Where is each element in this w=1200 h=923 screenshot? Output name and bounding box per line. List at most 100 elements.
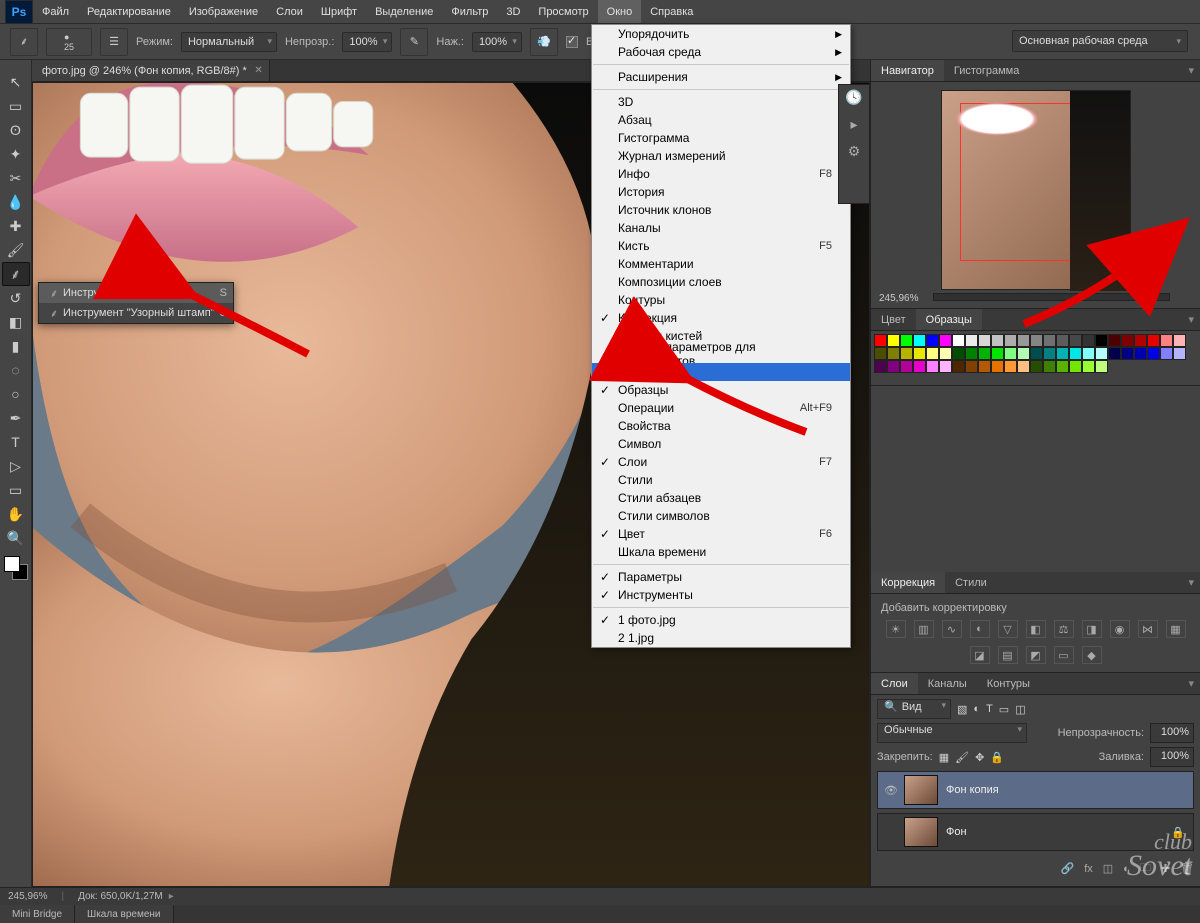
gradient-map-icon[interactable]: ▭ [1054, 646, 1074, 664]
workspace-dropdown[interactable]: Основная рабочая среда [1012, 30, 1188, 52]
tab-styles[interactable]: Стили [945, 572, 997, 593]
tab-layers[interactable]: Слои [871, 673, 918, 694]
marquee-tool-icon[interactable]: ▭ [2, 94, 30, 118]
menu-item[interactable]: Наборы параметров для инструментов [592, 345, 850, 363]
new-group-icon[interactable]: 🗀 [1140, 859, 1151, 878]
menu-изображение[interactable]: Изображение [180, 0, 267, 23]
brightness-icon[interactable]: ☀ [886, 620, 906, 638]
quick-select-tool-icon[interactable]: ✦ [2, 142, 30, 166]
swatch[interactable] [1147, 347, 1160, 360]
status-doc[interactable]: Док: 650,0K/1,27M [78, 891, 163, 902]
swatch[interactable] [1017, 347, 1030, 360]
lookup-icon[interactable]: ▦ [1166, 620, 1186, 638]
menu-item[interactable]: Композиции слоев [592, 273, 850, 291]
delete-layer-icon[interactable]: 🗑 [1180, 862, 1194, 875]
vibrance-icon[interactable]: ▽ [998, 620, 1018, 638]
swatch[interactable] [1056, 360, 1069, 373]
swatch[interactable] [1004, 360, 1017, 373]
swatch[interactable] [1095, 360, 1108, 373]
tab-adjustments[interactable]: Коррекция [871, 572, 945, 593]
swatch[interactable] [1082, 360, 1095, 373]
zoom-tool-icon[interactable]: 🔍 [2, 526, 30, 550]
menu-просмотр[interactable]: Просмотр [529, 0, 597, 23]
swatch[interactable] [991, 360, 1004, 373]
navigator-slider[interactable] [933, 293, 1170, 301]
swatch[interactable] [887, 347, 900, 360]
swatch[interactable] [1030, 360, 1043, 373]
swatch[interactable] [1121, 347, 1134, 360]
tab-channels[interactable]: Каналы [918, 673, 977, 694]
swatch[interactable] [1030, 347, 1043, 360]
filter-adjust-icon[interactable]: ◐ [973, 703, 980, 715]
panel-menu-icon[interactable]: ▾ [1188, 576, 1194, 589]
menu-фильтр[interactable]: Фильтр [442, 0, 497, 23]
healing-tool-icon[interactable]: ✚ [2, 214, 30, 238]
layer-opacity-value[interactable]: 100% [1150, 723, 1194, 743]
balance-icon[interactable]: ⚖ [1054, 620, 1074, 638]
tab-swatches[interactable]: Образцы [916, 309, 982, 330]
swatch[interactable] [1147, 334, 1160, 347]
aligned-checkbox[interactable] [566, 36, 578, 48]
menu-item[interactable]: Комментарии [592, 255, 850, 273]
eraser-tool-icon[interactable]: ◧ [2, 310, 30, 334]
swatch[interactable] [1056, 347, 1069, 360]
tab-navigator[interactable]: Навигатор [871, 60, 944, 81]
menu-item[interactable]: ИнфоF8 [592, 165, 850, 183]
tab-timeline[interactable]: Шкала времени [75, 905, 173, 923]
swatch[interactable] [887, 360, 900, 373]
swatch[interactable] [887, 334, 900, 347]
swatch[interactable] [978, 347, 991, 360]
menu-item[interactable]: Стили абзацев [592, 489, 850, 507]
menu-файл[interactable]: Файл [33, 0, 78, 23]
swatch[interactable] [900, 334, 913, 347]
history-panel-icon[interactable]: 🕓 [845, 89, 862, 106]
menu-редактирование[interactable]: Редактирование [78, 0, 180, 23]
swatch[interactable] [1030, 334, 1043, 347]
properties-panel-icon[interactable]: ⚙ [848, 143, 861, 160]
new-layer-icon[interactable]: ✚ [1161, 862, 1170, 875]
swatch[interactable] [965, 347, 978, 360]
swatch[interactable] [939, 347, 952, 360]
panel-menu-icon[interactable]: ▾ [1188, 313, 1194, 326]
menu-item[interactable]: КистьF5 [592, 237, 850, 255]
hand-tool-icon[interactable]: ✋ [2, 502, 30, 526]
swatch[interactable] [874, 334, 887, 347]
swatch[interactable] [939, 334, 952, 347]
exposure-icon[interactable]: ◐ [970, 620, 990, 638]
swatch[interactable] [913, 347, 926, 360]
swatch[interactable] [991, 347, 1004, 360]
pressure-opacity-icon[interactable]: ✎ [400, 28, 428, 56]
menu-item[interactable]: ✓СлоиF7 [592, 453, 850, 471]
swatch[interactable] [952, 347, 965, 360]
menu-item[interactable]: ✓Коррекция [592, 309, 850, 327]
tool-preset-icon[interactable]: ⸙ [10, 28, 38, 56]
new-adjust-icon[interactable]: ◐ [1123, 863, 1130, 875]
swatch[interactable] [1134, 347, 1147, 360]
swatch[interactable] [913, 334, 926, 347]
swatch[interactable] [1160, 334, 1173, 347]
lock-pixels-icon[interactable]: 🖌 [955, 751, 969, 764]
menu-item[interactable]: ✓Инструменты [592, 586, 850, 604]
brush-tool-icon[interactable]: 🖌 [2, 238, 30, 262]
tab-mini-bridge[interactable]: Mini Bridge [0, 905, 75, 923]
swatch[interactable] [1121, 334, 1134, 347]
menu-item[interactable]: Контуры [592, 291, 850, 309]
swatch[interactable] [1069, 334, 1082, 347]
swatch[interactable] [900, 360, 913, 373]
panel-menu-icon[interactable]: ▾ [1188, 64, 1194, 77]
swatch[interactable] [913, 360, 926, 373]
filter-type-icon[interactable]: T [986, 703, 993, 715]
clone-stamp-tool-icon[interactable]: ⸙ [2, 262, 30, 286]
flyout-item[interactable]: ⸙Инструмент "Штамп"S [39, 283, 233, 303]
menu-item[interactable]: Каналы [592, 219, 850, 237]
pen-tool-icon[interactable]: ✒ [2, 406, 30, 430]
swatch[interactable] [1082, 334, 1095, 347]
menu-item[interactable]: ✓Параметры [592, 568, 850, 586]
channel-mixer-icon[interactable]: ⋈ [1138, 620, 1158, 638]
fx-icon[interactable]: fx [1084, 863, 1093, 875]
menu-item[interactable]: Стили [592, 471, 850, 489]
layer-row[interactable]: Фон 🔒 [877, 813, 1194, 851]
menu-item[interactable]: Журнал измерений [592, 147, 850, 165]
tab-paths[interactable]: Контуры [977, 673, 1040, 694]
swatch[interactable] [1095, 347, 1108, 360]
